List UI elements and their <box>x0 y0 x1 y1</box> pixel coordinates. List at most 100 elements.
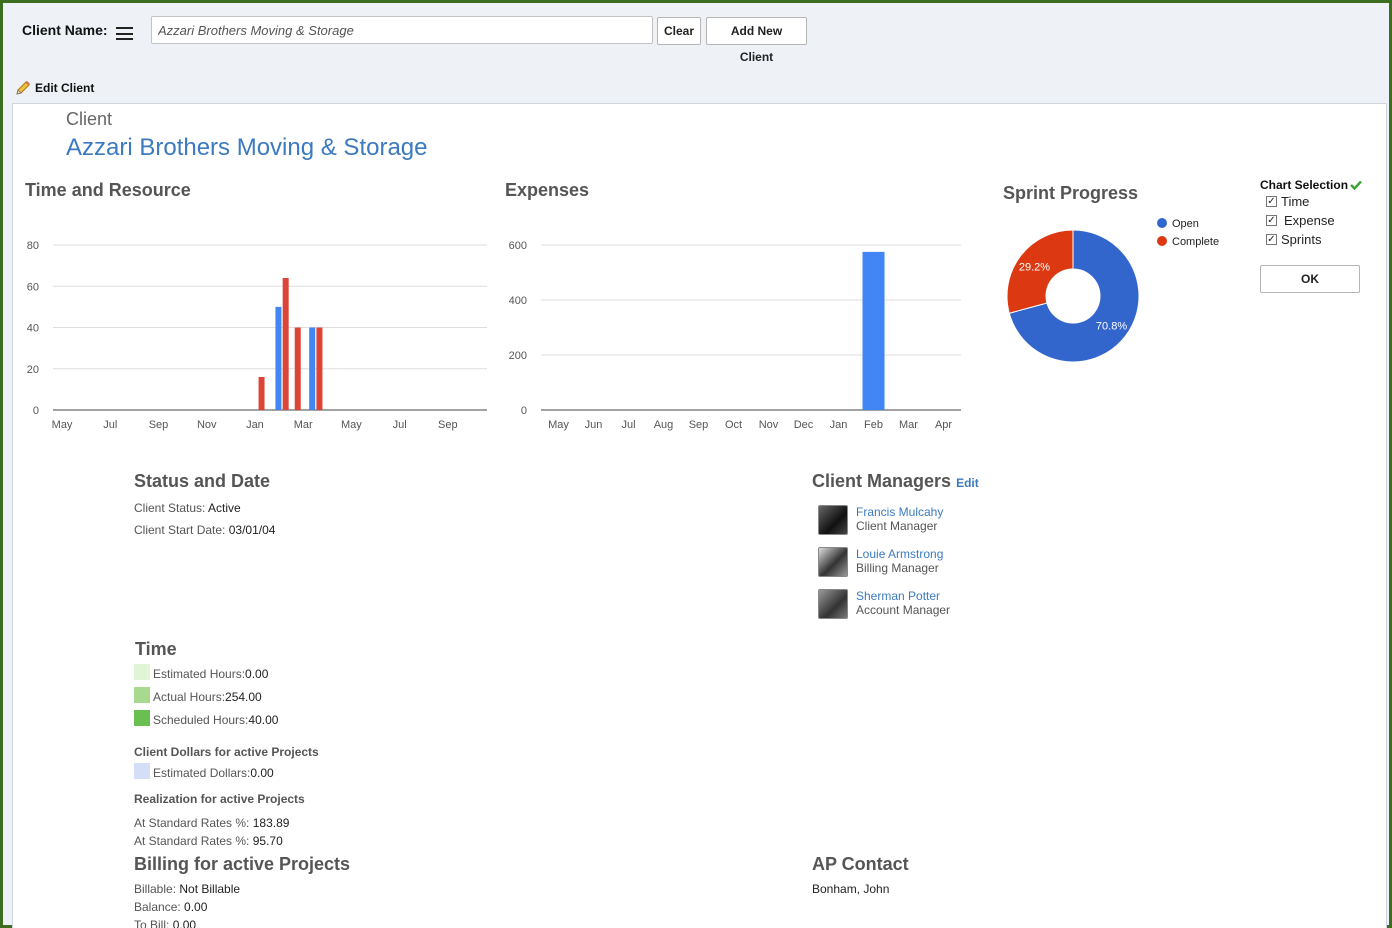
time-section-title: Time <box>135 639 177 659</box>
status-date-title: Status and Date <box>134 471 271 491</box>
client-caption: Client <box>66 109 113 129</box>
client-name-input[interactable] <box>151 16 653 44</box>
edit-client-link[interactable]: Edit Client <box>15 80 94 96</box>
expenses-chart-title: Expenses <box>505 180 590 200</box>
chart-option-label: Expense <box>1284 213 1335 228</box>
client-managers-title: Client Managers Edit <box>812 471 979 491</box>
legend-swatch <box>134 710 150 726</box>
expenses-chart: 0 200 400 600 May Jun Jul Aug Sep Oct Nov Dec Jan Feb… <box>509 240 961 431</box>
x-tick-label: Nov <box>759 419 779 431</box>
x-tick-label: Oct <box>725 419 742 431</box>
x-tick-label: May <box>548 419 569 431</box>
client-start-date-value: 03/01/04 <box>228 523 276 537</box>
y-tick-label: 600 <box>509 240 527 252</box>
y-tick-label: 200 <box>509 350 527 362</box>
realization-line: At Standard Rates %: 183.89 <box>134 816 290 830</box>
y-tick-label: 40 <box>27 323 39 335</box>
chart-selection-ok-button[interactable]: OK <box>1260 265 1360 293</box>
avatar <box>818 589 848 619</box>
time-resource-chart: 0 20 40 60 80 May Jul Sep Nov Jan Mar May Jul Sep <box>27 240 487 431</box>
manager-role: Client Manager <box>856 519 938 533</box>
x-tick-label: Aug <box>654 419 674 431</box>
actual-hours-line: Actual Hours:254.00 <box>134 687 262 704</box>
realization-line: At Standard Rates %: 95.70 <box>134 834 283 848</box>
x-tick-label: Sep <box>438 419 458 431</box>
chart-option-label: Sprints <box>1281 232 1322 247</box>
bar <box>294 327 301 410</box>
legend-swatch <box>134 687 150 703</box>
manager-role: Billing Manager <box>856 561 939 575</box>
bar <box>282 278 289 410</box>
x-tick-label: May <box>52 419 73 431</box>
balance-line: Balance: 0.00 <box>134 900 208 914</box>
to-bill-line: To Bill: 0.00 <box>134 918 197 928</box>
x-tick-label: Apr <box>935 419 952 431</box>
manager-name-link[interactable]: Sherman Potter <box>856 589 950 603</box>
chart-option-label: Time <box>1281 194 1310 209</box>
slice-label: 29.2% <box>1019 262 1050 274</box>
managers-edit-link[interactable]: Edit <box>956 476 979 490</box>
estimated-hours-line: Estimated Hours:0.00 <box>134 664 268 681</box>
manager-name-link[interactable]: Francis Mulcahy <box>856 505 943 519</box>
bar <box>316 327 323 410</box>
x-tick-label: Dec <box>794 419 814 431</box>
y-tick-label: 60 <box>27 281 39 293</box>
expense-checkbox[interactable]: ✓ <box>1266 215 1277 226</box>
y-tick-label: 20 <box>27 364 39 376</box>
legend-label: Open <box>1172 218 1199 230</box>
chart-selection-panel: Chart Selection ✓ Time ✓ Expense ✓ Sprints <box>1260 178 1380 249</box>
client-start-date-line: Client Start Date: 03/01/04 <box>134 523 276 537</box>
legend-marker <box>1157 218 1167 228</box>
pencil-icon <box>16 81 30 95</box>
slice-label: 70.8% <box>1096 320 1127 332</box>
y-tick-label: 400 <box>509 295 527 307</box>
chart-option-sprints[interactable]: ✓ Sprints <box>1266 230 1380 249</box>
x-tick-label: Feb <box>864 419 883 431</box>
sprints-checkbox[interactable]: ✓ <box>1266 234 1277 245</box>
ap-contact-name: Bonham, John <box>812 882 890 896</box>
legend-swatch <box>134 664 150 680</box>
realization-title: Realization for active Projects <box>134 792 305 806</box>
client-dollars-title: Client Dollars for active Projects <box>134 745 319 759</box>
x-tick-label: Sep <box>689 419 709 431</box>
client-status-value: Active <box>208 501 241 515</box>
y-tick-label: 80 <box>27 240 39 252</box>
edit-client-label: Edit Client <box>35 81 95 95</box>
hamburger-menu-icon[interactable] <box>116 27 133 40</box>
bar <box>258 377 265 410</box>
manager-item: Louie Armstrong Billing Manager <box>818 547 943 577</box>
manager-name-link[interactable]: Louie Armstrong <box>856 547 943 561</box>
x-tick-label: Jan <box>246 419 264 431</box>
manager-role: Account Manager <box>856 603 951 617</box>
avatar <box>818 505 848 535</box>
x-tick-label: Jul <box>621 419 635 431</box>
y-tick-label: 0 <box>521 405 527 417</box>
x-tick-label: Jan <box>830 419 848 431</box>
client-status-line: Client Status: Active <box>134 501 241 515</box>
billable-line: Billable: Not Billable <box>134 882 241 896</box>
add-new-client-button[interactable]: Add New Client <box>706 17 807 64</box>
avatar <box>818 547 848 577</box>
chart-option-time[interactable]: ✓ Time <box>1266 192 1380 211</box>
legend-label: Complete <box>1172 236 1219 248</box>
x-tick-label: Mar <box>294 419 313 431</box>
time-checkbox[interactable]: ✓ <box>1266 196 1277 207</box>
checkmark-icon <box>1350 180 1362 190</box>
billing-title: Billing for active Projects <box>134 854 351 874</box>
x-tick-label: Jun <box>585 419 603 431</box>
manager-item: Sherman Potter Account Manager <box>818 589 950 619</box>
sprint-progress-chart: 70.8% 29.2% Open Complete <box>1006 218 1219 363</box>
time-resource-chart-title: Time and Resource <box>25 180 191 200</box>
ap-contact-title: AP Contact <box>812 854 909 874</box>
client-name-label: Client Name: <box>22 22 108 38</box>
chart-option-expense[interactable]: ✓ Expense <box>1266 211 1380 230</box>
clear-button[interactable]: Clear <box>657 17 701 45</box>
legend-swatch <box>134 763 150 779</box>
legend-marker <box>1157 236 1167 246</box>
scheduled-hours-line: Scheduled Hours:40.00 <box>134 710 278 727</box>
x-tick-label: Nov <box>197 419 217 431</box>
client-title: Azzari Brothers Moving & Storage <box>66 134 428 161</box>
chart-selection-title: Chart Selection <box>1260 178 1349 192</box>
bar <box>309 327 316 410</box>
x-tick-label: Sep <box>149 419 169 431</box>
